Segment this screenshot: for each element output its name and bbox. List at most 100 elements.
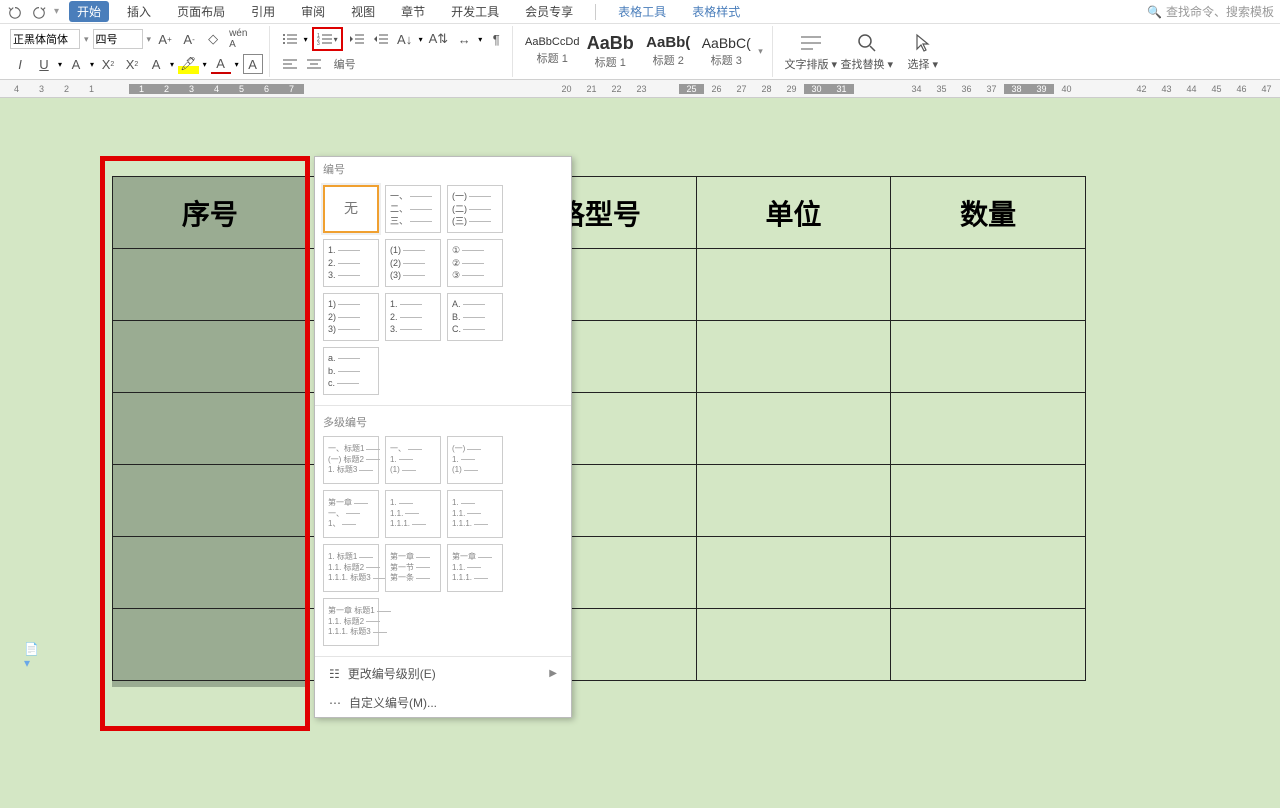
text-wrap-icon (800, 32, 822, 54)
italic-button[interactable]: I (10, 54, 30, 74)
side-panel-icon[interactable]: 📄▾ (24, 648, 40, 664)
numbering-option[interactable]: 1.2.3. (323, 239, 379, 287)
align-left-button[interactable] (280, 54, 300, 74)
redo-button[interactable] (30, 3, 48, 21)
table-row[interactable] (113, 321, 1086, 393)
paragraph-group: ▾ 123▾ A↓▾ A⇅ ↔▾ ¶ 编号 (274, 26, 514, 77)
numbering-option[interactable]: 1)2)3) (323, 293, 379, 341)
multilevel-option[interactable]: (一)1.(1) (447, 436, 503, 484)
style-h3[interactable]: AaBbC(标题 3 (697, 36, 755, 68)
numbering-dropdown: 编号 无一、二、三、(一)(二)(三)1.2.3.(1)(2)(3)①②③1)2… (314, 156, 572, 718)
numbering-option[interactable]: ①②③ (447, 239, 503, 287)
show-marks-button[interactable]: ¶ (486, 29, 506, 49)
th-seq[interactable]: 序号 (113, 177, 308, 249)
numbering-option[interactable]: 一、二、三、 (385, 185, 441, 233)
font-name-select[interactable]: 正黑体简体 (10, 29, 80, 49)
bullets-button[interactable] (280, 29, 300, 49)
custom-numbering-action[interactable]: ⋯ 自定义编号(M)... (315, 688, 571, 717)
tab-review[interactable]: 审阅 (293, 1, 333, 22)
clear-format-button[interactable]: ◇ (203, 29, 223, 49)
text-direction-button[interactable]: A⇅ (427, 29, 451, 49)
tab-layout[interactable]: 页面布局 (169, 1, 233, 22)
shrink-font-button[interactable]: A- (179, 29, 199, 49)
find-replace-button[interactable]: 查找替换 ▾ (839, 32, 895, 72)
font-effect-button[interactable]: A (146, 54, 166, 74)
table-row[interactable] (113, 609, 1086, 681)
tab-insert[interactable]: 插入 (119, 1, 159, 22)
numbering-option[interactable]: a.b.c. (323, 347, 379, 395)
tab-chapter[interactable]: 章节 (393, 1, 433, 22)
text-wrap-button[interactable]: 文字排版 ▾ (783, 32, 839, 72)
table-row[interactable] (113, 465, 1086, 537)
tab-view[interactable]: 视图 (343, 1, 383, 22)
style-normal[interactable]: AaBbCcDd标题 1 (523, 37, 581, 66)
document-canvas[interactable]: 序号 格型号 单位 数量 编号 无一、二、三、(一)(二)(三)1.2.3.(1… (0, 98, 1280, 808)
underline-button[interactable]: U (34, 54, 54, 74)
tab-references[interactable]: 引用 (243, 1, 283, 22)
sort-button[interactable]: A↓ (395, 29, 415, 49)
search-icon: 🔍 (1147, 5, 1162, 19)
superscript-button[interactable]: X2 (98, 54, 118, 74)
align-center-button[interactable] (304, 54, 324, 74)
chevron-right-icon: ▶ (549, 668, 557, 679)
svg-text:3: 3 (317, 41, 320, 46)
multilevel-option[interactable]: 第一章 标题11.1. 标题21.1.1. 标题3 (323, 598, 379, 646)
table-row[interactable] (113, 537, 1086, 609)
quick-access: ▾ (6, 3, 59, 21)
data-table[interactable]: 序号 格型号 单位 数量 (112, 176, 1086, 681)
numbering-option[interactable]: (1)(2)(3) (385, 239, 441, 287)
multilevel-option[interactable]: 1.1.1.1.1.1. (385, 490, 441, 538)
numbering-none[interactable]: 无 (323, 185, 379, 233)
select-button[interactable]: 选择 ▾ (895, 32, 951, 72)
subscript-button[interactable]: X2 (122, 54, 142, 74)
menu-bar: ▾ 开始 插入 页面布局 引用 审阅 视图 章节 开发工具 会员专享 表格工具 … (0, 0, 1280, 24)
change-level-action[interactable]: ☷ 更改编号级别(E) ▶ (315, 659, 571, 688)
multilevel-option[interactable]: 第一章1.1.1.1.1. (447, 544, 503, 592)
tab-table-style[interactable]: 表格样式 (684, 1, 748, 22)
table-header-row[interactable]: 序号 格型号 单位 数量 (113, 177, 1086, 249)
multilevel-option[interactable]: 第一章一、1、 (323, 490, 379, 538)
font-color-button[interactable]: A (211, 54, 231, 74)
tab-developer[interactable]: 开发工具 (443, 1, 507, 22)
decrease-indent-button[interactable] (347, 29, 367, 49)
outline-icon: ☷ (329, 667, 340, 681)
highlight-button[interactable]: 🖊 (178, 54, 199, 74)
style-h2[interactable]: AaBb(标题 2 (639, 35, 697, 68)
multilevel-option[interactable]: 一、标题1(一) 标题21. 标题3 (323, 436, 379, 484)
numbering-button[interactable]: 123▾ (315, 29, 340, 49)
strike-button[interactable]: A (66, 54, 86, 74)
style-h1[interactable]: AaBb标题 1 (581, 34, 639, 70)
align-dist-button[interactable]: ↔ (454, 29, 474, 49)
pinyin-button[interactable]: wénA (227, 29, 249, 49)
ribbon: 正黑体简体▾ 四号▾ A+ A- ◇ wénA I U▾ A▾ X2 X2 A▾… (0, 24, 1280, 80)
numbering-label: 编号 (334, 56, 356, 72)
search-placeholder: 查找命令、搜索模板 (1166, 3, 1274, 20)
multilevel-option[interactable]: 1. 标题11.1. 标题21.1.1. 标题3 (323, 544, 379, 592)
tab-member[interactable]: 会员专享 (517, 1, 581, 22)
numbering-option[interactable]: A.B.C. (447, 293, 503, 341)
dd-title: 编号 (315, 157, 571, 181)
tab-table-tools[interactable]: 表格工具 (610, 1, 674, 22)
undo-button[interactable] (6, 3, 24, 21)
dd-multi-grid: 一、标题1(一) 标题21. 标题3一、1.(1)(一)1.(1) 第一章一、1、… (315, 432, 571, 654)
th-unit[interactable]: 单位 (696, 177, 891, 249)
multilevel-option[interactable]: 1.1.1.1.1.1. (447, 490, 503, 538)
th-qty[interactable]: 数量 (891, 177, 1086, 249)
table-row[interactable] (113, 393, 1086, 465)
numbering-option[interactable]: 1.2.3. (385, 293, 441, 341)
multilevel-option[interactable]: 第一章第一节第一条 (385, 544, 441, 592)
multilevel-option[interactable]: 一、1.(1) (385, 436, 441, 484)
char-border-button[interactable]: A (243, 54, 263, 74)
table-row[interactable] (113, 249, 1086, 321)
ruler[interactable]: 4321123456720212223252627282930313435363… (0, 80, 1280, 98)
cursor-icon (912, 32, 934, 54)
numbering-option[interactable]: (一)(二)(三) (447, 185, 503, 233)
grow-font-button[interactable]: A+ (155, 29, 175, 49)
numbering-button-highlighted: 123▾ (312, 27, 343, 51)
font-size-select[interactable]: 四号 (93, 29, 143, 49)
tab-start[interactable]: 开始 (69, 1, 109, 22)
more-icon: ⋯ (329, 696, 341, 710)
search-box[interactable]: 🔍 查找命令、搜索模板 (1147, 3, 1274, 20)
increase-indent-button[interactable] (371, 29, 391, 49)
dd-multi-title: 多级编号 (315, 408, 571, 432)
